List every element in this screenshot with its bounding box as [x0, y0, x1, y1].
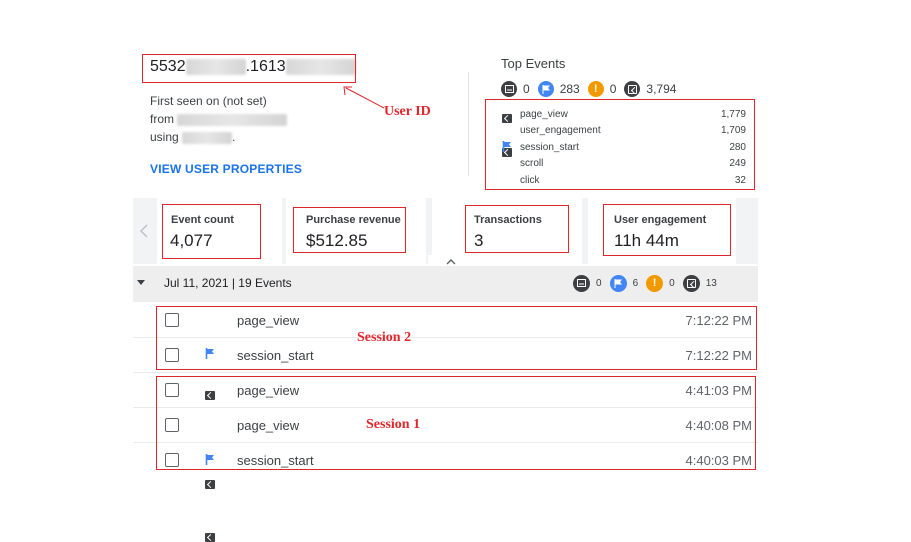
view-user-properties-link[interactable]: VIEW USER PROPERTIES [150, 162, 302, 176]
chevron-up-icon [446, 259, 456, 265]
top-event-row[interactable]: click 32 [0, 54, 911, 243]
summary-flag-count: 283 [559, 82, 580, 96]
cursor-icon [205, 480, 215, 489]
using-tail: . [232, 130, 236, 144]
top-event-count: 249 [729, 158, 746, 169]
redacted-block [182, 131, 233, 144]
top-event-name: scroll [520, 158, 544, 169]
day-flag-count: 6 [632, 277, 639, 289]
day-screen-count: 0 [596, 277, 602, 289]
first-seen-text: First seen on (not set) [150, 94, 267, 108]
flag-icon [609, 274, 627, 292]
top-event-count: 1,779 [720, 109, 746, 120]
warning-icon: ! [587, 81, 604, 97]
day-label: Jul 11, 2021 | 19 Events [164, 276, 292, 290]
redacted-block [177, 113, 288, 126]
summary-screen-count: 0 [523, 82, 530, 96]
top-event-count: 1,709 [720, 125, 746, 136]
annotation-user-id: User ID [384, 104, 431, 119]
session-2-highlight [156, 306, 757, 370]
event-row[interactable]: page_view 7:12:22 PM [0, 72, 911, 400]
cursor-icon [502, 114, 512, 123]
top-event-name: click [520, 175, 540, 186]
using-label: using [150, 130, 179, 144]
flag-icon [502, 141, 511, 152]
annotation-session-2: Session 2 [357, 330, 412, 345]
metrics-prev-button[interactable] [133, 198, 155, 264]
summary-cursor-count: 3,794 [646, 82, 677, 96]
top-events-title: Top Events [501, 56, 566, 71]
header-divider [468, 72, 469, 176]
user-id-highlight [142, 54, 356, 83]
top-event-name: user_engagement [520, 125, 601, 136]
flag-icon [537, 81, 554, 97]
top-events-summary: 0 283 ! 0 3,794 [501, 80, 676, 98]
from-line: from [150, 112, 288, 126]
day-cursor-count: 13 [705, 277, 717, 289]
chevron-left-icon [140, 224, 148, 238]
row-divider [133, 372, 758, 373]
top-events-list: page_view 1,779 user_engagement 1,709 se… [0, 0, 911, 243]
metric-highlight [603, 204, 731, 256]
warning-icon: ! [646, 274, 664, 292]
summary-warn-count: 0 [609, 82, 617, 96]
event-row[interactable]: page_view 4:40:08 PM [0, 108, 911, 542]
top-event-row[interactable]: scroll 249 [0, 36, 911, 208]
cursor-icon [682, 274, 700, 292]
metric-highlight [293, 207, 406, 253]
metric-highlight [162, 204, 261, 259]
top-event-name: session_start [520, 142, 579, 153]
annotation-session-1: Session 1 [366, 417, 421, 432]
top-event-name: page_view [520, 109, 568, 120]
screen-icon [501, 81, 517, 97]
event-row[interactable]: page_view 4:41:03 PM [0, 90, 911, 489]
metric-highlight [465, 205, 569, 253]
top-event-row[interactable]: page_view 1,779 [0, 0, 911, 123]
cursor-icon [205, 533, 215, 542]
top-event-count: 280 [729, 142, 746, 153]
from-label: from [150, 112, 174, 126]
top-event-row[interactable]: user_engagement 1,709 [0, 18, 911, 157]
caret-down-icon[interactable] [137, 280, 145, 286]
cursor-icon [624, 81, 641, 97]
annotation-arrow [343, 86, 385, 109]
day-summary: 0 6 ! 0 13 [573, 274, 717, 292]
day-warn-count: 0 [669, 277, 675, 289]
screen-icon [573, 274, 590, 292]
session-1-highlight [156, 376, 756, 470]
using-line: using . [150, 130, 235, 144]
top-event-count: 32 [734, 175, 746, 186]
